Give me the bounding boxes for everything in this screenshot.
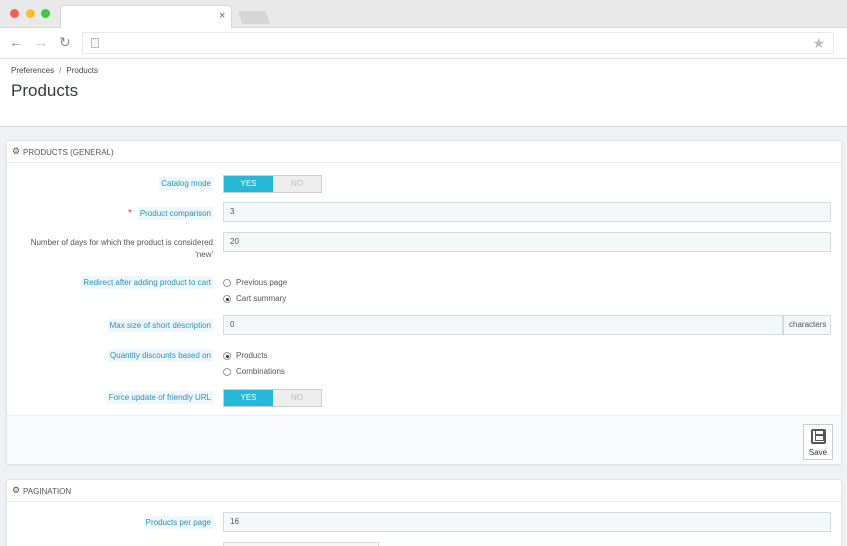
panel-title: PRODUCTS (GENERAL) bbox=[23, 148, 114, 157]
product-comparison-label: * Product comparison bbox=[127, 207, 213, 220]
save-button[interactable]: Save bbox=[803, 424, 833, 460]
minimize-window-button[interactable] bbox=[26, 9, 35, 18]
quantity-discounts-label: Quantity discounts based on bbox=[108, 349, 213, 362]
days-new-input[interactable]: 20 bbox=[223, 232, 831, 252]
close-window-button[interactable] bbox=[10, 9, 19, 18]
breadcrumb-separator: / bbox=[59, 66, 62, 75]
friendly-url-no[interactable]: NO bbox=[273, 390, 321, 406]
short-description-label: Max size of short description bbox=[107, 319, 213, 332]
panel-title: PAGINATION bbox=[23, 487, 72, 496]
forward-arrow-icon[interactable]: → bbox=[34, 34, 48, 50]
cogs-icon: ⚙ bbox=[12, 146, 21, 156]
address-bar[interactable]: ★ bbox=[82, 32, 834, 54]
products-per-page-input[interactable]: 16 bbox=[223, 512, 831, 532]
radio-circle[interactable] bbox=[223, 279, 231, 287]
page-title: Products bbox=[11, 81, 79, 100]
radio-circle-selected[interactable] bbox=[223, 295, 231, 303]
redirect-label: Redirect after adding product to cart bbox=[81, 276, 213, 289]
friendly-url-yes[interactable]: YES bbox=[224, 390, 273, 406]
breadcrumb-item-products: Products bbox=[66, 66, 98, 75]
panel-footer: Save bbox=[7, 415, 841, 464]
radio-circle-selected[interactable] bbox=[223, 352, 231, 360]
floppy-disk-icon bbox=[811, 429, 826, 444]
maximize-window-button[interactable] bbox=[41, 9, 50, 18]
products-per-page-label: Products per page bbox=[143, 516, 213, 529]
back-arrow-icon[interactable]: ← bbox=[9, 34, 23, 50]
catalog-mode-switch[interactable]: YES NO bbox=[223, 175, 322, 193]
breadcrumb: Preferences / Products bbox=[11, 66, 98, 75]
days-new-label: Number of days for which the product is … bbox=[30, 238, 213, 259]
bookmark-star-icon[interactable]: ★ bbox=[812, 34, 825, 52]
breadcrumb-item-preferences[interactable]: Preferences bbox=[11, 66, 54, 75]
friendly-url-switch[interactable]: YES NO bbox=[223, 389, 322, 407]
sort-select[interactable] bbox=[223, 542, 379, 546]
reload-icon[interactable]: ↻ bbox=[59, 34, 71, 50]
radio-circle[interactable] bbox=[223, 368, 231, 376]
tab-close-icon[interactable]: × bbox=[219, 10, 225, 22]
panel-heading: ⚙ PAGINATION bbox=[7, 480, 841, 502]
browser-chrome: × ← → ↻ ★ bbox=[0, 0, 847, 60]
browser-toolbar: ← → ↻ ★ bbox=[0, 28, 847, 59]
product-comparison-input[interactable]: 3 bbox=[223, 202, 831, 222]
cogs-icon: ⚙ bbox=[12, 485, 21, 495]
save-button-label: Save bbox=[808, 448, 828, 457]
characters-addon: characters bbox=[783, 315, 831, 335]
tab-bar: × bbox=[0, 0, 847, 29]
pagination-panel: ⚙ PAGINATION Products per page 16 bbox=[6, 479, 842, 546]
products-general-panel: ⚙ PRODUCTS (GENERAL) Catalog mode YES NO… bbox=[6, 140, 842, 465]
panel-heading: ⚙ PRODUCTS (GENERAL) bbox=[7, 141, 841, 163]
page-icon bbox=[91, 38, 99, 48]
catalog-mode-yes[interactable]: YES bbox=[224, 176, 273, 192]
browser-tab[interactable] bbox=[60, 5, 232, 29]
catalog-mode-no[interactable]: NO bbox=[273, 176, 321, 192]
new-tab-button[interactable] bbox=[237, 11, 271, 24]
friendly-url-label: Force update of friendly URL bbox=[106, 391, 213, 404]
short-description-input[interactable]: 0 bbox=[223, 315, 783, 335]
required-asterisk: * bbox=[127, 208, 132, 219]
page-header: Preferences / Products Products bbox=[0, 60, 847, 127]
catalog-mode-label: Catalog mode bbox=[159, 177, 213, 190]
